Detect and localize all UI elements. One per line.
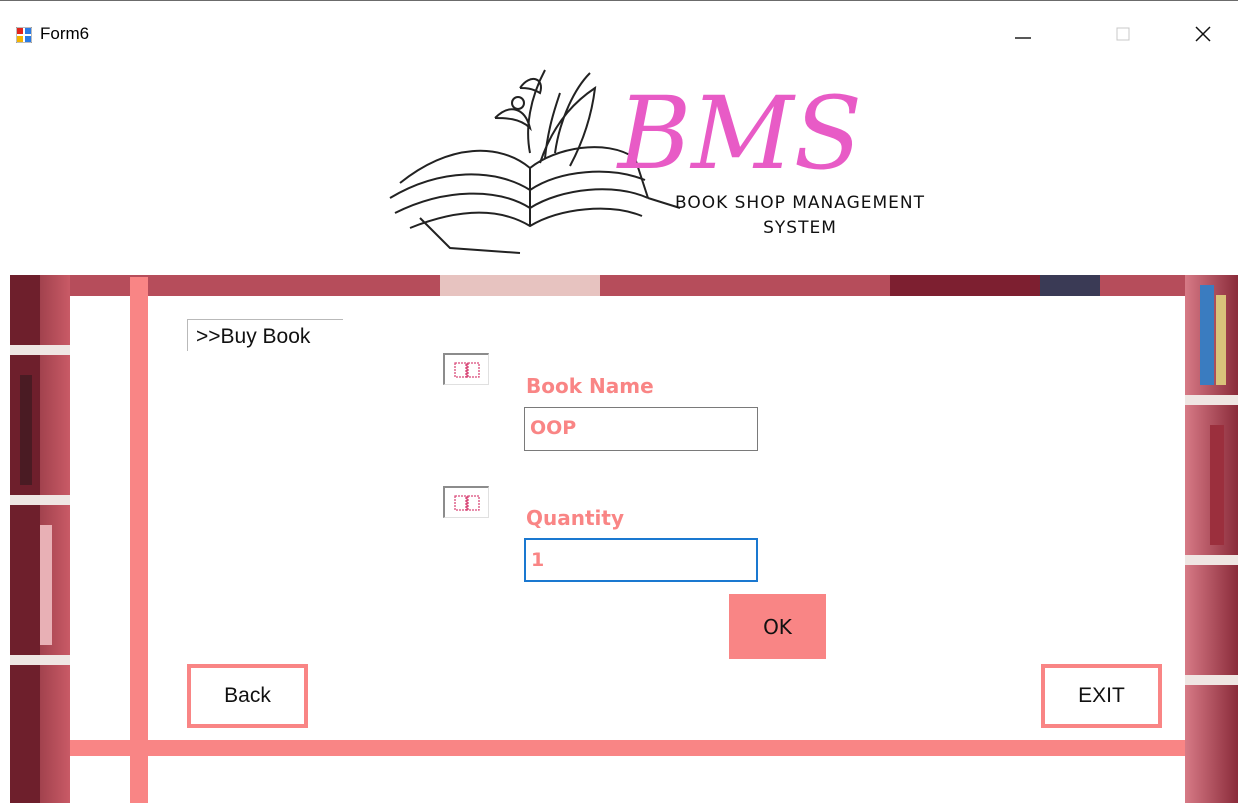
book-name-label: Book Name [526,374,654,398]
accent-vertical-bar [130,277,148,803]
ok-button[interactable]: OK [729,594,826,659]
quantity-input[interactable]: 1 [524,538,758,582]
bms-logo: BMS BOOK SHOP MANAGEMENT SYSTEM [389,69,925,254]
logo-tagline-line1: BOOK SHOP MANAGEMENT [675,193,925,213]
maximize-button[interactable] [1093,9,1153,59]
minimize-button[interactable] [993,9,1053,59]
minimize-icon [1015,37,1031,39]
book-name-input[interactable]: OOP [524,407,758,451]
maximize-icon [1116,27,1130,41]
form-app-icon [16,27,32,43]
book-icon [453,494,480,511]
book-icon [453,361,480,378]
title-bar: Form6 [0,1,1238,61]
quantity-label: Quantity [526,506,624,530]
logo-brand-text: BMS [616,75,862,192]
breadcrumb: >>Buy Book [187,319,343,351]
exit-button[interactable]: EXIT [1041,664,1162,728]
accent-horizontal-bar [70,740,1185,756]
close-button[interactable] [1173,9,1233,59]
window-title: Form6 [40,24,90,43]
breadcrumb-label: >>Buy Book [196,325,311,348]
close-icon [1195,26,1211,42]
logo-tagline-line2: SYSTEM [763,218,837,238]
book-name-book-icon-box [443,353,489,385]
quantity-book-icon-box [443,486,489,518]
back-button[interactable]: Back [187,664,308,728]
